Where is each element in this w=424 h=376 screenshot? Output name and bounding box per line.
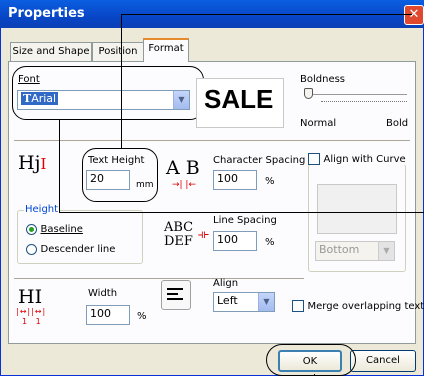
- align-dropdown-button[interactable]: ▼: [258, 293, 274, 311]
- tab-size-and-shape[interactable]: Size and Shape: [10, 42, 92, 61]
- line-spacing-unit: %: [265, 237, 275, 248]
- char-spacing-input[interactable]: 100: [213, 170, 257, 190]
- radio-baseline-label: Baseline: [40, 224, 83, 235]
- slider-ticks: [321, 101, 407, 104]
- line-spacing-input[interactable]: 100: [213, 231, 257, 251]
- text-height-glyph: HjI: [18, 152, 46, 174]
- merge-checkbox[interactable]: [292, 300, 304, 312]
- spacing-arrow-icon: →| |←: [172, 180, 197, 190]
- boldness-max-label: Bold: [386, 118, 409, 129]
- line-spacing-label: Line Spacing: [213, 215, 277, 226]
- line-spacing-marker-icon: ⟛: [198, 227, 209, 241]
- curve-dropdown-button[interactable]: ▼: [378, 242, 394, 260]
- callout-line-font: [59, 120, 60, 212]
- separator-lower: [14, 278, 304, 279]
- align-curve-row: Align with Curve: [306, 152, 408, 165]
- merge-label: Merge overlapping text: [307, 301, 424, 312]
- radio-baseline[interactable]: Baseline: [26, 222, 83, 235]
- text-height-callout: [82, 148, 158, 202]
- width-marker-icon: |↔||↔|: [16, 307, 47, 316]
- callout-line-top: [121, 14, 412, 15]
- align-left-icon-line2: [167, 293, 178, 295]
- text-height-glyph-text: Hj: [18, 152, 41, 174]
- window-title: Properties: [8, 6, 85, 21]
- tab-position[interactable]: Position: [92, 42, 144, 61]
- char-spacing-unit: %: [265, 176, 275, 187]
- chevron-down-icon: ▼: [263, 297, 270, 306]
- line-spacing-glyph: ABC DEF: [164, 221, 193, 249]
- width-input[interactable]: 100: [86, 305, 130, 325]
- ok-callout: [266, 344, 356, 376]
- align-left-icon: [167, 288, 183, 290]
- boldness-label: Boldness: [300, 74, 346, 85]
- font-callout: [12, 66, 204, 120]
- height-group-box: [17, 210, 143, 264]
- radio-descender[interactable]: Descender line: [26, 242, 115, 255]
- curve-preview: [317, 184, 397, 234]
- radio-descender-label: Descender line: [40, 244, 116, 255]
- align-icon-box: [161, 280, 191, 310]
- height-group-label: Height: [24, 204, 60, 215]
- preview-text: SALE: [204, 84, 274, 114]
- boldness-slider-track[interactable]: [307, 94, 407, 100]
- line-spacing-glyph-1: ABC: [164, 220, 194, 235]
- align-curve-checkbox[interactable]: [308, 153, 320, 165]
- radio-descender-button[interactable]: [26, 243, 37, 255]
- height-marker-icon: I: [40, 155, 47, 173]
- width-unit: %: [137, 311, 147, 322]
- char-spacing-glyph: A B: [166, 157, 200, 179]
- close-button[interactable]: ✕: [404, 5, 424, 25]
- align-label: Align: [213, 278, 239, 289]
- line-spacing-glyph-2: DEF: [164, 234, 193, 249]
- align-curve-label: Align with Curve: [323, 154, 406, 165]
- boldness-min-label: Normal: [300, 118, 337, 129]
- boldness-slider-thumb[interactable]: [304, 88, 313, 99]
- radio-baseline-button[interactable]: [26, 223, 37, 235]
- separator: [14, 140, 410, 141]
- merge-row[interactable]: Merge overlapping text: [292, 299, 424, 312]
- callout-line-mid: [59, 212, 424, 213]
- width-label: Width: [88, 288, 118, 299]
- radio-dot: [29, 226, 34, 232]
- width-ticks: 1 1: [22, 317, 41, 326]
- cancel-button[interactable]: Cancel: [350, 350, 416, 372]
- width-glyph: HI: [18, 286, 43, 308]
- char-spacing-label: Character Spacing: [213, 155, 306, 166]
- chevron-down-icon: ▼: [383, 246, 390, 255]
- align-left-icon-line3: [167, 298, 183, 300]
- callout-line-height: [121, 14, 122, 148]
- tab-format[interactable]: Format: [143, 38, 189, 62]
